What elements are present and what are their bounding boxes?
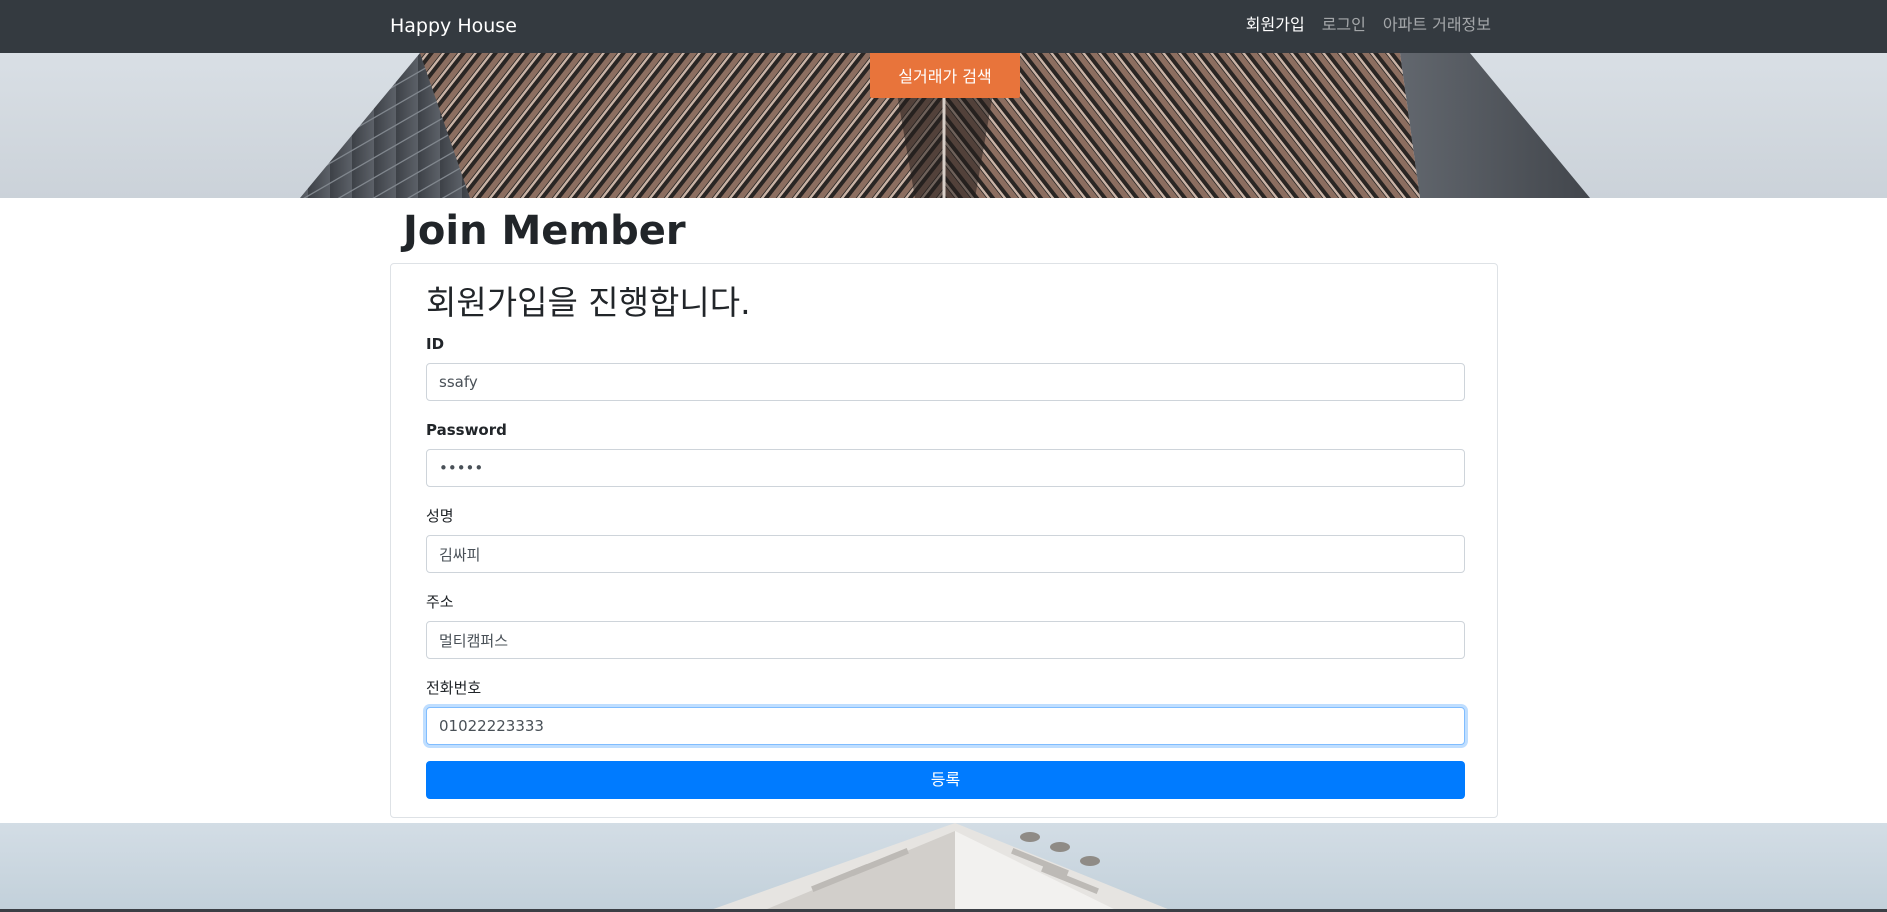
register-submit-button[interactable]: 등록 xyxy=(426,761,1465,799)
id-label: ID xyxy=(426,335,445,353)
signup-form-card: 회원가입을 진행합니다. ID Password 성명 주소 전화번호 등록 xyxy=(390,263,1498,818)
nav-links: 회원가입 로그인 아파트 거래정보 xyxy=(1246,14,1491,36)
building-bottom-image xyxy=(0,823,1887,912)
address-label: 주소 xyxy=(426,593,454,611)
top-navbar: Happy House 회원가입 로그인 아파트 거래정보 xyxy=(0,0,1887,53)
name-input[interactable] xyxy=(426,535,1465,573)
address-input[interactable] xyxy=(426,621,1465,659)
id-input[interactable] xyxy=(426,363,1465,401)
form-heading: 회원가입을 진행합니다. xyxy=(426,283,751,322)
hero-image-bottom xyxy=(0,823,1887,912)
nav-link-login[interactable]: 로그인 xyxy=(1322,14,1366,36)
password-label: Password xyxy=(426,421,507,439)
phone-input[interactable] xyxy=(426,707,1465,745)
price-search-button[interactable]: 실거래가 검색 xyxy=(870,53,1020,98)
nav-link-apt-deals[interactable]: 아파트 거래정보 xyxy=(1383,14,1491,36)
phone-label: 전화번호 xyxy=(426,679,482,697)
password-input[interactable] xyxy=(426,449,1465,487)
brand-logo[interactable]: Happy House xyxy=(390,14,517,38)
page-title: Join Member xyxy=(403,208,686,254)
name-label: 성명 xyxy=(426,507,454,525)
nav-link-signup[interactable]: 회원가입 xyxy=(1246,14,1305,36)
